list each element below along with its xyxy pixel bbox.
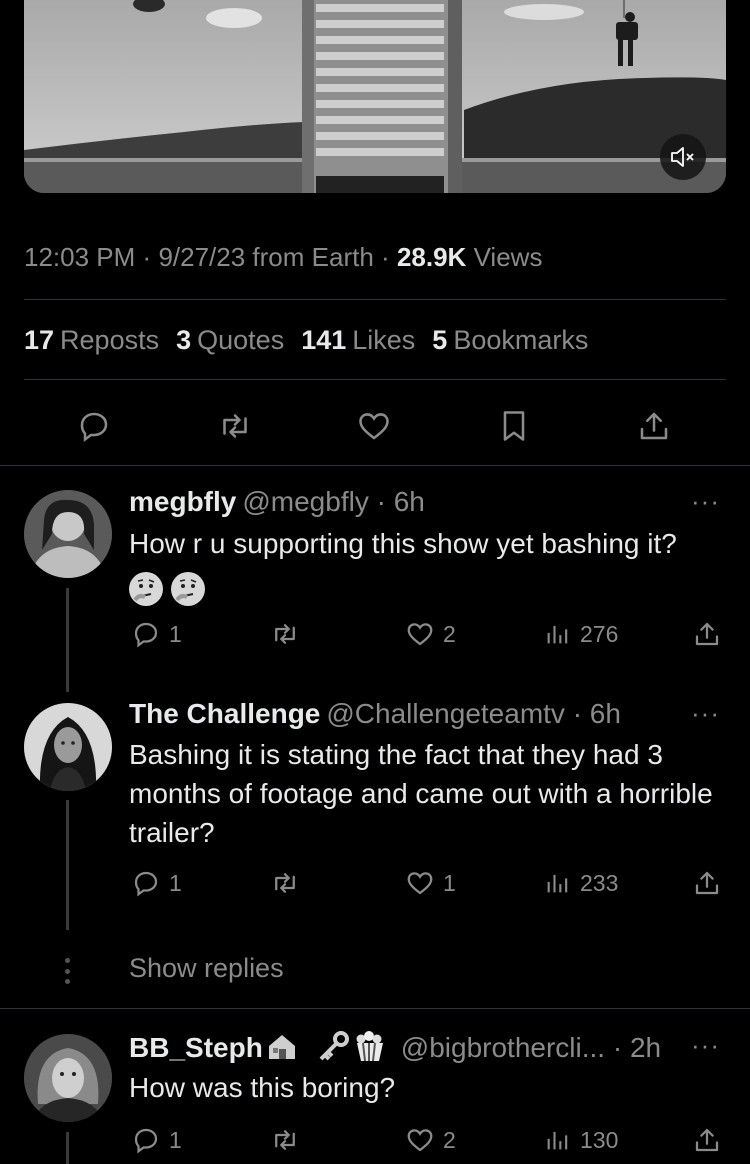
more-replies-dots-icon: [63, 958, 71, 984]
share-icon: [695, 622, 719, 646]
like-button[interactable]: 2: [405, 1123, 456, 1157]
repost-button[interactable]: [269, 617, 301, 651]
like-count: 2: [443, 1126, 456, 1153]
like-button[interactable]: [350, 402, 398, 450]
bookmark-button[interactable]: [490, 402, 538, 450]
tweet-meta: 12:03 PM · 9/27/23 from Earth · 28.9K Vi…: [24, 242, 543, 272]
thread-line: [66, 800, 69, 930]
reply-count: 1: [169, 620, 182, 647]
repost-icon: [223, 414, 247, 438]
handle[interactable]: @bigbrothercli... · 2h: [401, 1032, 661, 1063]
like-icon: [359, 413, 389, 440]
like-button[interactable]: 1: [405, 866, 456, 900]
more-options-icon[interactable]: ···: [691, 486, 720, 517]
reply-count: 1: [169, 1126, 182, 1153]
reply-button[interactable]: [70, 402, 118, 450]
speaker-muted-icon: [671, 147, 694, 167]
view-count: 276: [580, 620, 619, 647]
reposts-stat[interactable]: 17 Reposts: [24, 325, 159, 356]
avatar[interactable]: [24, 703, 112, 791]
engagement-stats: 17 Reposts 3 Quotes 141 Likes 5 Bookmarks: [24, 325, 588, 356]
share-button[interactable]: [630, 402, 678, 450]
reply-text: How was this boring?: [129, 1072, 396, 1103]
share-button[interactable]: [692, 866, 722, 900]
reply-actions: 1 2 276: [0, 617, 750, 651]
share-icon: [695, 1128, 719, 1152]
like-icon: [407, 1129, 433, 1152]
view-count: 130: [580, 1126, 619, 1153]
likes-stat[interactable]: 141 Likes: [301, 325, 415, 356]
reply-text: Bashing it is stating the fact that they…: [129, 739, 713, 848]
views-count: 28.9K: [396, 242, 467, 272]
name-emojis: [265, 1030, 395, 1069]
reply-header: BB_Steph @bigbrothercli... · 2h: [129, 1030, 661, 1069]
avatar[interactable]: [24, 1034, 112, 1122]
views-button[interactable]: 130: [544, 1123, 618, 1157]
show-replies-link[interactable]: Show replies: [129, 953, 284, 984]
display-name[interactable]: The Challenge: [129, 698, 320, 729]
house-icon: [268, 1035, 295, 1059]
divider: [24, 299, 726, 300]
repost-icon: [275, 873, 295, 893]
reply-text: How r u supporting this show yet bashing…: [129, 524, 719, 606]
repost-icon: [275, 624, 295, 644]
key-icon: [319, 1031, 349, 1061]
mute-button[interactable]: [660, 134, 706, 180]
tweet-source: from Earth: [252, 242, 374, 272]
share-button[interactable]: [692, 1123, 722, 1157]
share-icon: [640, 412, 668, 440]
display-name[interactable]: BB_Steph: [129, 1032, 263, 1063]
like-icon: [407, 623, 433, 646]
repost-button[interactable]: [211, 402, 259, 450]
repost-icon: [275, 1130, 295, 1150]
tweet-time: 12:03 PM: [24, 242, 136, 272]
bookmark-icon: [503, 411, 525, 441]
reply-icon: [134, 1128, 158, 1154]
like-count: 1: [443, 869, 456, 896]
divider: [24, 379, 726, 380]
reply-icon: [134, 622, 158, 648]
reply-actions: 1 2 130: [0, 1123, 750, 1157]
views-chart-icon: [547, 1131, 568, 1150]
reply-button[interactable]: 1: [131, 617, 182, 651]
reply-icon: [134, 871, 158, 897]
display-name[interactable]: megbfly: [129, 486, 236, 517]
views-button[interactable]: 276: [544, 617, 618, 651]
reply-count: 1: [169, 869, 182, 896]
like-count: 2: [443, 620, 456, 647]
handle[interactable]: @Challengeteamtv · 6h: [326, 698, 621, 729]
repost-button[interactable]: [269, 1123, 301, 1157]
reply-button[interactable]: 1: [131, 866, 182, 900]
tweet-action-bar: [0, 402, 750, 450]
like-icon: [407, 872, 433, 895]
like-button[interactable]: 2: [405, 617, 456, 651]
more-options-icon[interactable]: ···: [691, 1030, 720, 1061]
share-button[interactable]: [692, 617, 722, 651]
share-icon: [695, 871, 719, 895]
view-count: 233: [580, 869, 619, 896]
views-label: Views: [473, 242, 543, 272]
repost-button[interactable]: [269, 866, 301, 900]
popcorn-icon: [356, 1031, 383, 1062]
reply-button[interactable]: 1: [131, 1123, 182, 1157]
handle[interactable]: @megbfly · 6h: [242, 486, 425, 517]
divider: [0, 1008, 750, 1009]
views-chart-icon: [547, 625, 568, 644]
views-chart-icon: [547, 874, 568, 893]
bookmarks-stat[interactable]: 5 Bookmarks: [432, 325, 588, 356]
tweet-date: 9/27/23: [158, 242, 246, 272]
divider: [0, 465, 750, 466]
tweet-video[interactable]: [24, 0, 726, 193]
more-options-icon[interactable]: ···: [691, 698, 720, 729]
reply-header: megbfly @megbfly · 6h: [129, 486, 425, 518]
reply-header: The Challenge @Challengeteamtv · 6h: [129, 698, 621, 730]
thinking-face-icon: [129, 571, 163, 606]
avatar[interactable]: [24, 490, 112, 578]
views-button[interactable]: 233: [544, 866, 618, 900]
quotes-stat[interactable]: 3 Quotes: [176, 325, 284, 356]
reply-icon: [80, 412, 108, 443]
thinking-face-icon: [171, 571, 205, 606]
reply-actions: 1 1 233: [0, 866, 750, 900]
